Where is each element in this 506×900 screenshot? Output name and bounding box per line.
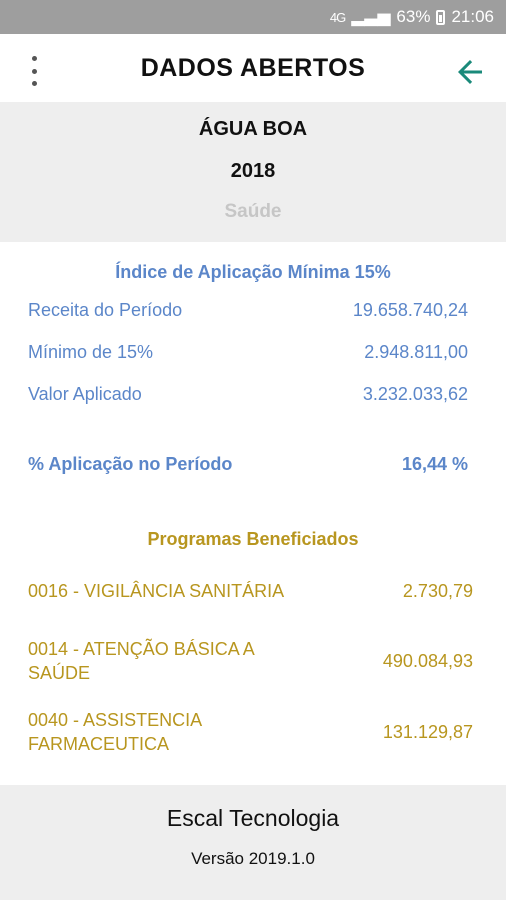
programa-value: 131.129,87 (382, 721, 473, 742)
programa-name: 0016 - VIGILÂNCIA SANITÁRIA (28, 581, 285, 601)
aplicacao-label: % Aplicação no Período (28, 454, 233, 474)
row-value: 2.948.811,00 (364, 342, 468, 362)
status-bar: 4G ▂▃▅ 63% 21:06 (0, 0, 506, 34)
arrow-back-icon[interactable] (452, 54, 488, 90)
aplicacao-row: % Aplicação no Período 16,44 % (28, 454, 468, 475)
area-label: Saúde (224, 201, 282, 222)
programa-value: 490.084,93 (382, 650, 473, 671)
aplicado-row: Valor Aplicado 3.232.033,62 (28, 384, 468, 405)
company-name: Escal Tecnologia (166, 805, 340, 831)
app-version: Versão 2019.1.0 (191, 849, 315, 868)
receita-row: Receita do Período 19.658.740,24 (28, 300, 468, 321)
programa-name: 0014 - ATENÇÃO BÁSICA A SAÚDE (28, 639, 254, 683)
network-type: 4G (329, 9, 346, 25)
header-panel: ÁGUA BOA 2018 Saúde (0, 102, 506, 242)
programa-value: 2.730,79 (402, 580, 473, 601)
row-label: Receita do Período (28, 300, 183, 320)
programa-item: 0016 - VIGILÂNCIA SANITÁRIA 2.730,79 (28, 579, 473, 603)
municipio-name: ÁGUA BOA (198, 118, 308, 140)
row-value: 3.232.033,62 (362, 384, 468, 404)
battery-icon (436, 9, 446, 25)
app-title: DADOS ABERTOS (140, 54, 366, 82)
programa-item: 0014 - ATENÇÃO BÁSICA A SAÚDE 490.084,93 (28, 637, 473, 685)
programas-title: Programas Beneficiados (147, 529, 359, 549)
year: 2018 (230, 160, 276, 182)
battery-percent: 63% (396, 7, 431, 26)
minimo-row: Mínimo de 15% 2.948.811,00 (28, 342, 468, 363)
programa-name: 0040 - ASSISTENCIA FARMACEUTICA (28, 710, 202, 754)
footer: Escal Tecnologia Versão 2019.1.0 (0, 785, 506, 900)
aplicacao-value: 16,44 % (401, 454, 468, 474)
row-value: 19.658.740,24 (352, 300, 468, 320)
row-label: Valor Aplicado (28, 384, 142, 404)
app-bar: DADOS ABERTOS (0, 34, 506, 102)
row-label: Mínimo de 15% (28, 342, 154, 362)
signal-icon: ▂▃▅ (351, 7, 391, 26)
clock: 21:06 (451, 7, 494, 26)
indice-title: Índice de Aplicação Mínima 15% (115, 262, 391, 282)
programa-item: 0040 - ASSISTENCIA FARMACEUTICA 131.129,… (28, 708, 473, 756)
